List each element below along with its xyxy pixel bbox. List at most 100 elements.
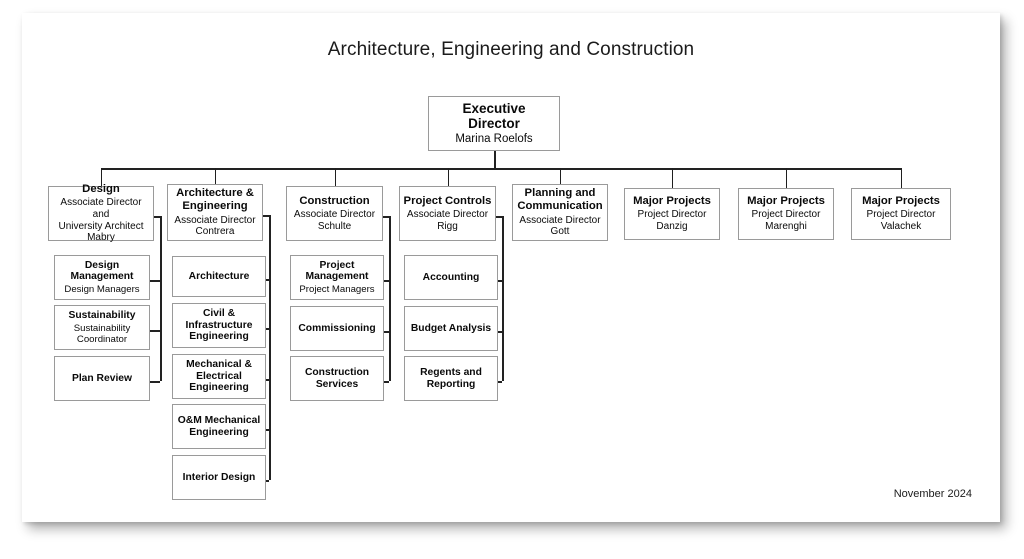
connector-line-horizontal (266, 279, 269, 282)
connector-line-vertical (389, 216, 392, 381)
connector-line-vertical (901, 168, 903, 188)
node-subtitle-line: Associate Director (406, 208, 489, 220)
node-title-line: Major Projects (747, 195, 825, 208)
org-node-project-controls: Project Controls Associate Director Rigg (399, 186, 496, 241)
node-title-line: Project (319, 259, 355, 271)
org-node-construction-child-1: Commissioning (290, 306, 384, 351)
org-node-major-projects-danzig: Major Projects Project Director Danzig (624, 188, 720, 240)
org-node-architecture-engineering-child-0: Architecture (172, 256, 266, 297)
org-node-architecture-engineering-child-2: Mechanical & Electrical Engineering (172, 354, 266, 399)
org-node-construction: Construction Associate Director Schulte (286, 186, 383, 241)
node-title-line: Services (315, 378, 359, 390)
connector-line-vertical (215, 168, 217, 184)
connector-line-horizontal (498, 381, 502, 384)
node-subtitle-line: Associate Director (519, 214, 601, 226)
connector-line-vertical (269, 215, 272, 480)
footer-date: November 2024 (893, 488, 972, 500)
node-title-line: Budget Analysis (410, 322, 492, 334)
connector-line-horizontal (150, 280, 160, 283)
node-subtitle-line: Project Director (866, 209, 936, 221)
connector-line-horizontal (266, 328, 269, 331)
node-title-line: Infrastructure (185, 319, 253, 331)
connector-line-vertical (447, 168, 449, 186)
connector-line-horizontal (154, 216, 160, 219)
node-subtitle-line: Gott (550, 226, 570, 238)
connector-line-horizontal (150, 381, 160, 384)
node-title-line: Interior Design (182, 471, 256, 483)
connector-line-horizontal (384, 280, 389, 283)
connector-line-horizontal (384, 381, 389, 384)
node-title-line: O&M Mechanical (177, 414, 261, 426)
node-title-line: Design (82, 183, 120, 196)
node-title-line: Design (84, 259, 120, 271)
node-title-line: Construction (299, 194, 370, 207)
org-node-design: Design Associate Director and University A… (48, 183, 154, 244)
node-title-line: Architecture (188, 270, 250, 282)
org-node-design-child-1: Sustainability Sustainability Coordinator (54, 305, 150, 350)
document-page: Architecture, Engineering and Constructi… (22, 13, 1000, 522)
node-title-line: Management (305, 271, 369, 283)
org-node-construction-child-2: Construction Services (290, 356, 384, 401)
connector-line-vertical (560, 168, 562, 184)
node-title-line: Major Projects (862, 195, 940, 208)
connector-line-horizontal (266, 429, 269, 432)
connector-line-horizontal (101, 168, 901, 171)
node-subtitle-line: Associate Director (293, 208, 376, 220)
node-title-line: Engineering (189, 382, 249, 394)
node-subtitle-line: Associate Director (174, 214, 256, 226)
node-title-line: Reporting (426, 378, 476, 390)
node-title-line: Engineering (189, 331, 249, 343)
node-title-line: Engineering (189, 426, 249, 438)
org-chart-canvas: Architecture, Engineering and Constructi… (22, 13, 1000, 522)
connector-line-vertical (502, 216, 505, 381)
connector-line-vertical (160, 216, 163, 381)
connector-line-horizontal (498, 331, 502, 334)
node-title-line: Mechanical & (186, 358, 252, 370)
node-title-line: Construction (304, 366, 370, 378)
node-subtitle-line: Valachek (880, 221, 922, 233)
node-title-line: Plan Review (71, 372, 133, 384)
org-node-architecture-engineering-child-1: Civil & Infrastructure Engineering (172, 303, 266, 348)
node-subtitle-line: Coordinator (76, 333, 128, 345)
node-subtitle-line: Danzig (656, 221, 688, 233)
node-subtitle-line: Sustainability (73, 322, 131, 334)
node-title-line: Management (70, 271, 134, 283)
org-node-construction-child-0: Project Management Project Managers (290, 255, 384, 300)
org-node-project-controls-child-1: Budget Analysis (404, 306, 498, 351)
connector-line-vertical (786, 168, 788, 188)
node-title-line: Executive (462, 100, 526, 116)
node-title-line: Regents and (420, 366, 482, 378)
page-title: Architecture, Engineering and Constructi… (327, 39, 695, 60)
connector-line-vertical (334, 168, 336, 186)
node-title-line: Accounting (422, 271, 480, 283)
org-node-design-child-2: Plan Review (54, 356, 150, 401)
node-subtitle-line: Contrera (195, 226, 235, 238)
connector-line-horizontal (263, 215, 269, 218)
org-node-planning-communication: Planning and Communication Associate Direc… (512, 184, 608, 241)
node-title-line: Electrical (196, 370, 242, 382)
org-node-project-controls-child-0: Accounting (404, 255, 498, 300)
node-subtitle-line: Project Director (637, 209, 707, 221)
node-title-line: Communication (517, 200, 603, 213)
node-title-line: Civil & (202, 307, 236, 319)
node-title-line: Major Projects (633, 195, 711, 208)
connector-line-vertical (672, 168, 674, 188)
node-title-line: Project Controls (403, 194, 492, 207)
connector-line-horizontal (266, 379, 269, 382)
node-subtitle-line: Schulte (317, 220, 352, 232)
connector-line-horizontal (384, 331, 389, 334)
org-node-project-controls-child-2: Regents and Reporting (404, 356, 498, 401)
node-subtitle-line: Associate Director and (60, 197, 142, 220)
node-title-line: Director (468, 116, 520, 132)
org-node-major-projects-marenghi: Major Projects Project Director Marenghi (738, 188, 834, 240)
node-subtitle-line: University Architect (58, 220, 144, 232)
node-subtitle-line: Marenghi (765, 221, 807, 233)
node-subtitle-line: Design Managers (64, 284, 140, 296)
org-node-major-projects-valachek: Major Projects Project Director Valachek (851, 188, 951, 240)
node-title-line: Sustainability (68, 309, 136, 321)
connector-line-vertical (494, 151, 497, 168)
connector-line-horizontal (496, 216, 502, 219)
org-node-architecture-engineering-child-4: Interior Design (172, 455, 266, 500)
org-node-design-child-0: Design Management Design Managers (54, 255, 150, 300)
node-subtitle-line: Mabry (87, 232, 115, 244)
